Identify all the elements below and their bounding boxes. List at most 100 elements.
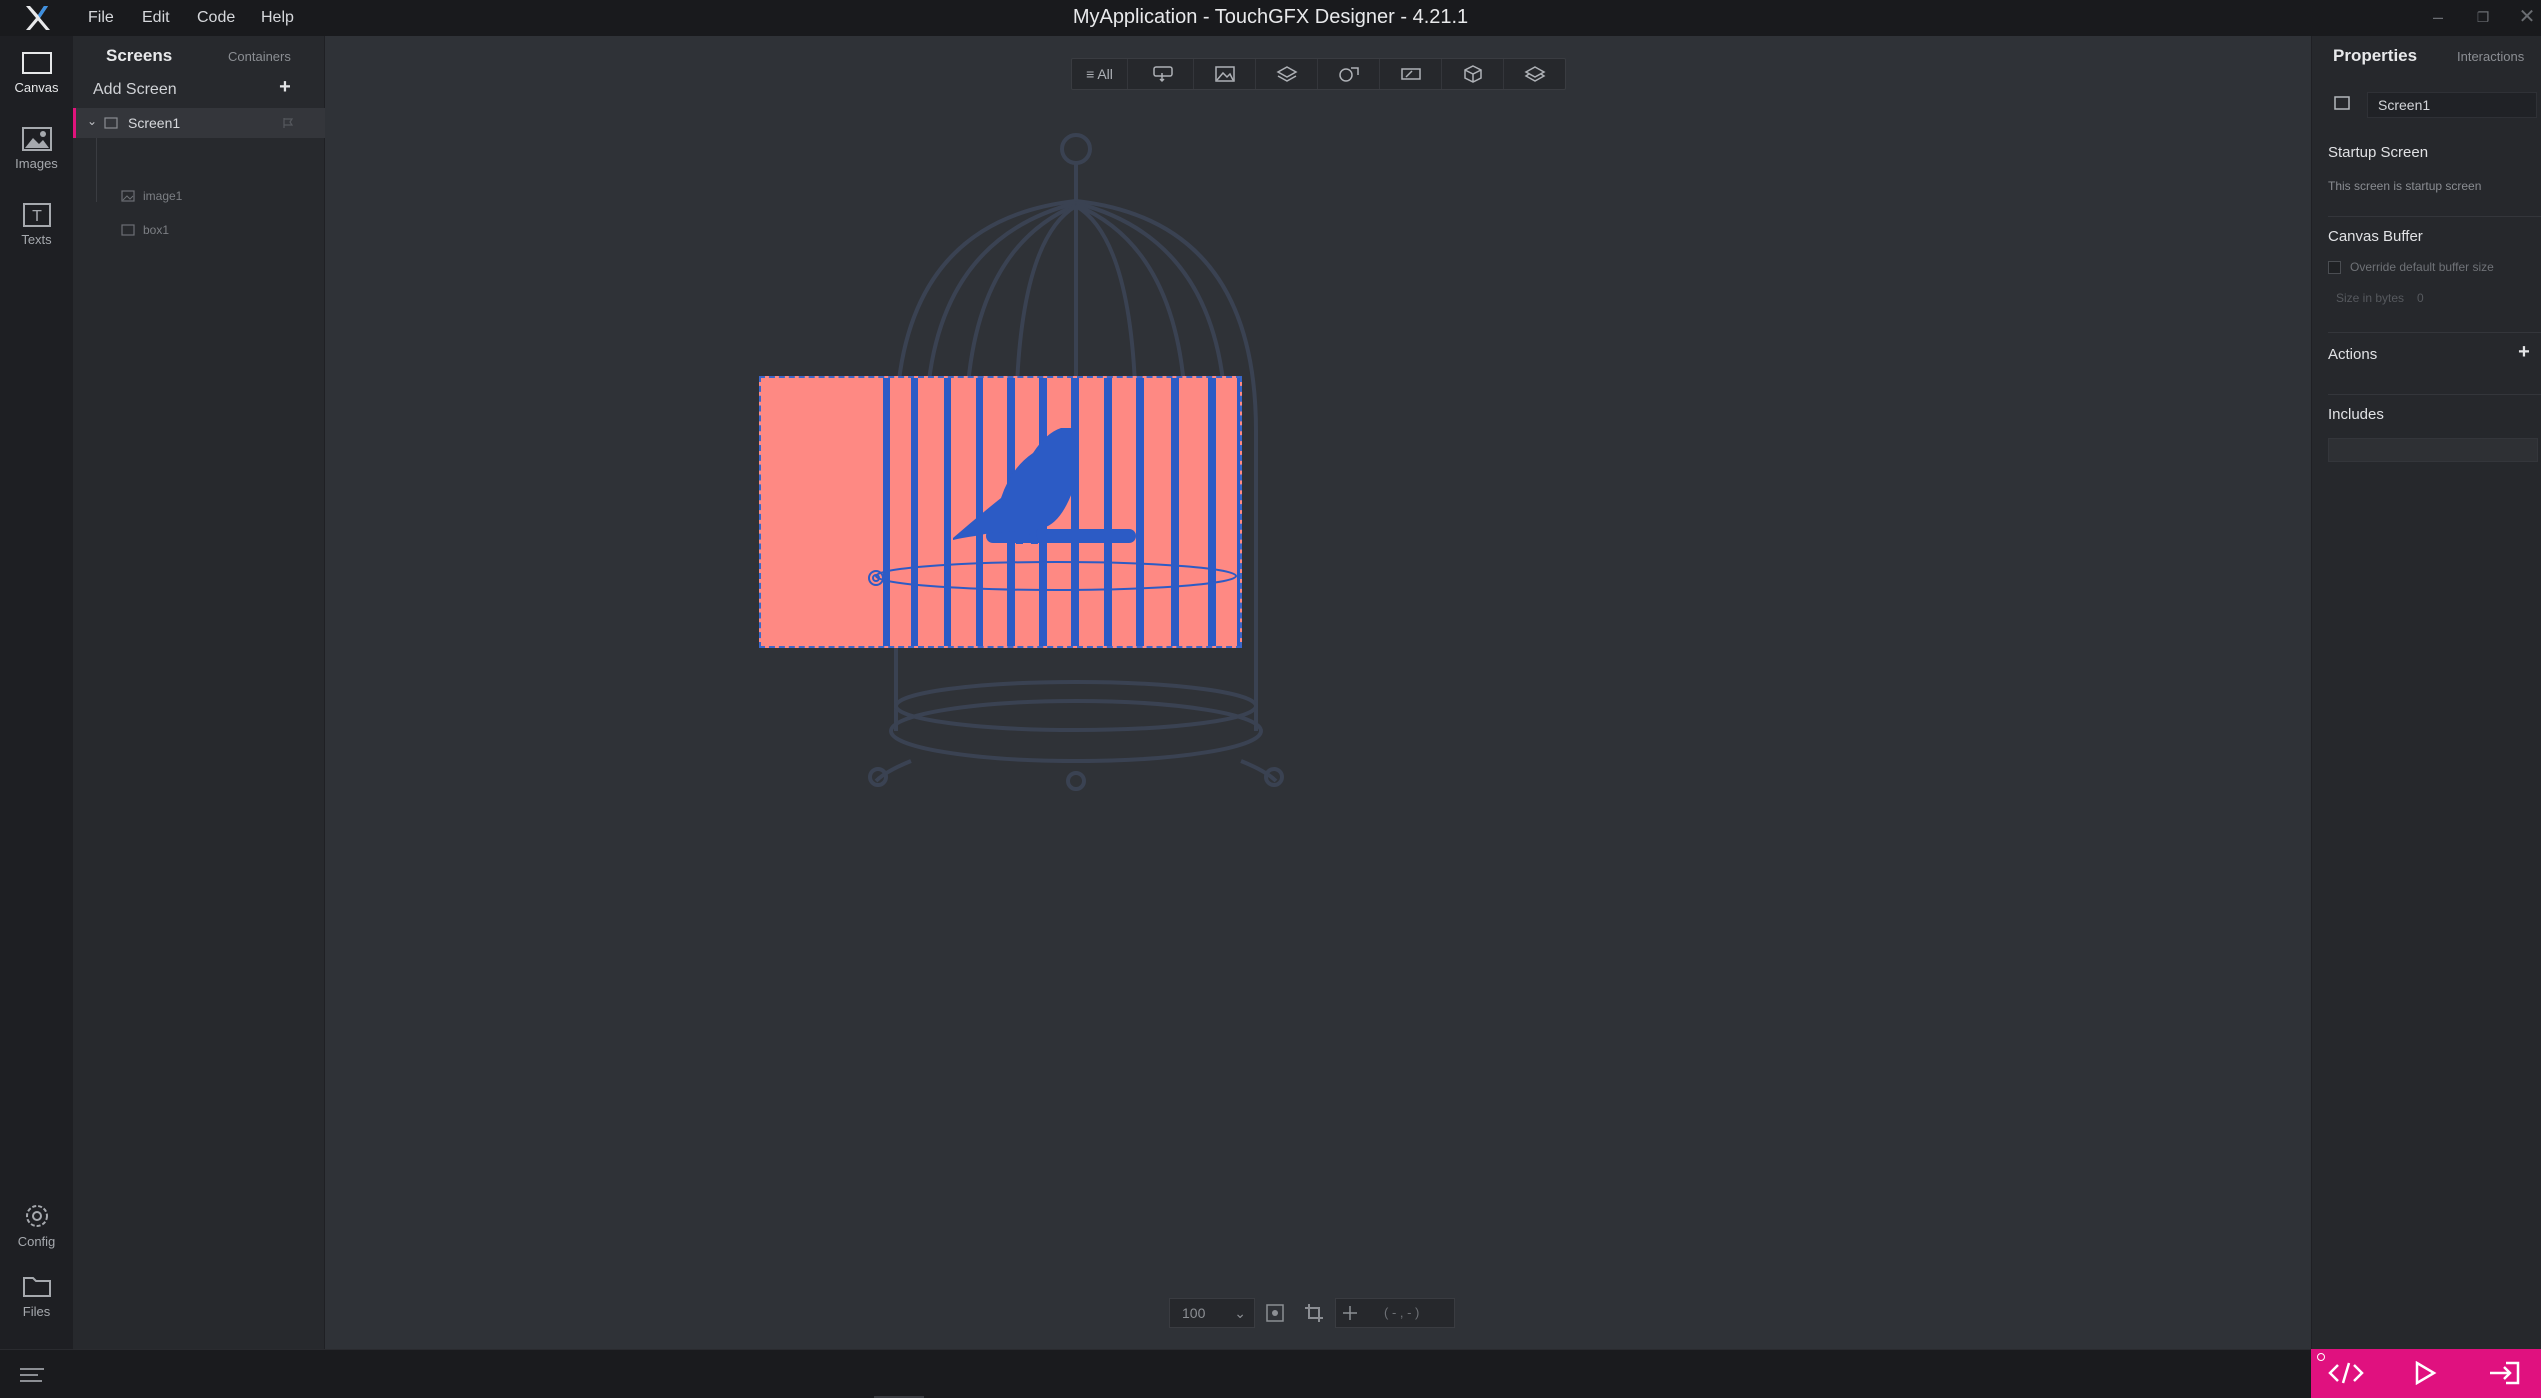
startup-flag-icon[interactable] (282, 117, 294, 129)
tab-screens[interactable]: Screens (106, 46, 172, 66)
properties-panel: Properties Interactions Screen1 Startup … (2311, 36, 2541, 1349)
fit-screen-button[interactable] (1259, 1298, 1291, 1328)
gear-icon (25, 1205, 48, 1227)
startup-screen-note: This screen is startup screen (2328, 179, 2482, 193)
filter-text-input-button[interactable] (1380, 59, 1442, 89)
run-actions-bar (2311, 1349, 2541, 1398)
includes-title: Includes (2328, 406, 2384, 423)
nav-texts-label: Texts (21, 232, 52, 247)
menu-code[interactable]: Code (197, 0, 235, 36)
override-buffer-checkbox[interactable] (2328, 261, 2341, 274)
generate-code-button[interactable] (2311, 1349, 2381, 1398)
code-icon (2328, 1362, 2364, 1384)
filter-interaction-button[interactable] (1133, 59, 1194, 89)
run-target-button[interactable] (2469, 1349, 2539, 1398)
image-icon (1214, 66, 1235, 82)
tree-image1-label: image1 (143, 189, 183, 203)
fit-screen-icon (1266, 1304, 1284, 1322)
run-on-target-icon (2490, 1361, 2520, 1385)
nav-texts[interactable]: T Texts (0, 188, 73, 262)
size-in-bytes-label: Size in bytes (2336, 291, 2405, 305)
containers-icon (1524, 66, 1546, 82)
filter-layers-button[interactable] (1256, 59, 1318, 89)
crosshair-icon (1343, 1306, 1357, 1320)
coordinate-readout: ( - , - ) (1384, 1305, 1420, 1320)
maximize-button[interactable]: ❐ (2463, 0, 2503, 36)
add-action-button[interactable]: + (2512, 340, 2536, 364)
canvas-icon (21, 52, 52, 74)
nav-canvas[interactable]: Canvas (0, 36, 73, 110)
override-buffer-label: Override default buffer size (2350, 260, 2494, 274)
crop-button[interactable] (1297, 1298, 1331, 1328)
images-icon (21, 127, 52, 151)
nav-images[interactable]: Images (0, 112, 73, 186)
menu-help[interactable]: Help (261, 0, 294, 36)
tree-box1-label: box1 (143, 223, 170, 237)
nav-files-label: Files (22, 1304, 51, 1319)
touchgfx-logo-icon (26, 6, 50, 30)
tab-properties[interactable]: Properties (2333, 46, 2417, 66)
window-title: MyApplication - TouchGFX Designer - 4.21… (1072, 6, 1469, 28)
zoom-value: 100 (1182, 1305, 1206, 1321)
add-screen-button[interactable]: + (273, 76, 297, 100)
layers-icon (1275, 66, 1298, 82)
screen1-canvas[interactable] (759, 376, 1242, 648)
play-icon (2415, 1360, 2437, 1386)
left-nav-bar: Canvas Images T Texts Config Files (0, 36, 73, 1349)
zoom-bar: 100 ⌄ ( - , - ) (1169, 1298, 1469, 1328)
interaction-icon (1153, 66, 1173, 83)
tab-containers[interactable]: Containers (228, 49, 291, 64)
add-screen-label[interactable]: Add Screen (93, 81, 177, 99)
filter-shapes-button[interactable] (1318, 59, 1380, 89)
nav-config[interactable]: Config (0, 1188, 73, 1262)
divider (2328, 216, 2541, 217)
divider (2328, 394, 2541, 395)
menu-edit[interactable]: Edit (142, 0, 170, 36)
nav-config-label: Config (17, 1234, 56, 1249)
menu-file[interactable]: File (88, 0, 114, 36)
text-input-icon (1400, 68, 1421, 80)
divider (2328, 332, 2541, 333)
startup-screen-title: Startup Screen (2328, 144, 2429, 161)
tree-item-screen1[interactable]: ⌄ Screen1 (73, 108, 325, 138)
screen-icon (2334, 96, 2350, 110)
size-in-bytes-value: 0 (2417, 291, 2424, 305)
nav-canvas-label: Canvas (14, 80, 59, 95)
close-button[interactable]: ✕ (2507, 0, 2541, 36)
3d-icon (1463, 65, 1482, 83)
nav-files[interactable]: Files (0, 1258, 73, 1332)
canvas-buffer-title: Canvas Buffer (2328, 228, 2423, 245)
nav-images-label: Images (15, 156, 58, 171)
screen-name-input[interactable]: Screen1 (2367, 92, 2537, 118)
title-bar: File Edit Code Help MyApplication - Touc… (0, 0, 2541, 36)
birdcage-image[interactable] (761, 378, 1242, 648)
box-layer-icon (121, 224, 135, 236)
canvas-area[interactable]: ≡ All 100 ⌄ (- , -) (326, 36, 2310, 1349)
filter-image-button[interactable] (1194, 59, 1256, 89)
tree-screen1-label: Screen1 (128, 115, 181, 131)
screen-icon (104, 117, 118, 129)
chevron-down-icon[interactable]: ⌄ (1234, 1299, 1246, 1327)
minimize-button[interactable]: – (2418, 0, 2458, 36)
chevron-down-icon[interactable]: ⌄ (87, 114, 97, 128)
filter-containers-button[interactable] (1504, 59, 1566, 89)
image-layer-icon (121, 190, 135, 202)
cursor-coordinates: ( - , - ) (1335, 1298, 1455, 1328)
filter-3d-button[interactable] (1442, 59, 1504, 89)
folder-icon (22, 1277, 51, 1297)
shapes-icon (1338, 67, 1359, 82)
tab-interactions[interactable]: Interactions (2457, 49, 2524, 64)
filter-all-button[interactable]: ≡ All (1072, 59, 1128, 89)
crop-icon (1305, 1304, 1323, 1322)
includes-field[interactable] (2328, 438, 2538, 462)
zoom-select[interactable]: 100 ⌄ (1169, 1298, 1255, 1328)
actions-title: Actions (2328, 346, 2378, 363)
tree-item-image1[interactable]: image1 (73, 184, 325, 210)
status-bar (0, 1349, 2541, 1398)
tree-item-box1[interactable]: box1 (73, 218, 325, 244)
texts-icon: T (22, 203, 51, 227)
log-menu-icon[interactable] (18, 1366, 46, 1384)
screens-panel: Screens Containers Add Screen + ⌄ Screen… (73, 36, 325, 1349)
widget-toolbar: ≡ All (1071, 58, 1566, 90)
run-simulator-button[interactable] (2389, 1349, 2459, 1398)
